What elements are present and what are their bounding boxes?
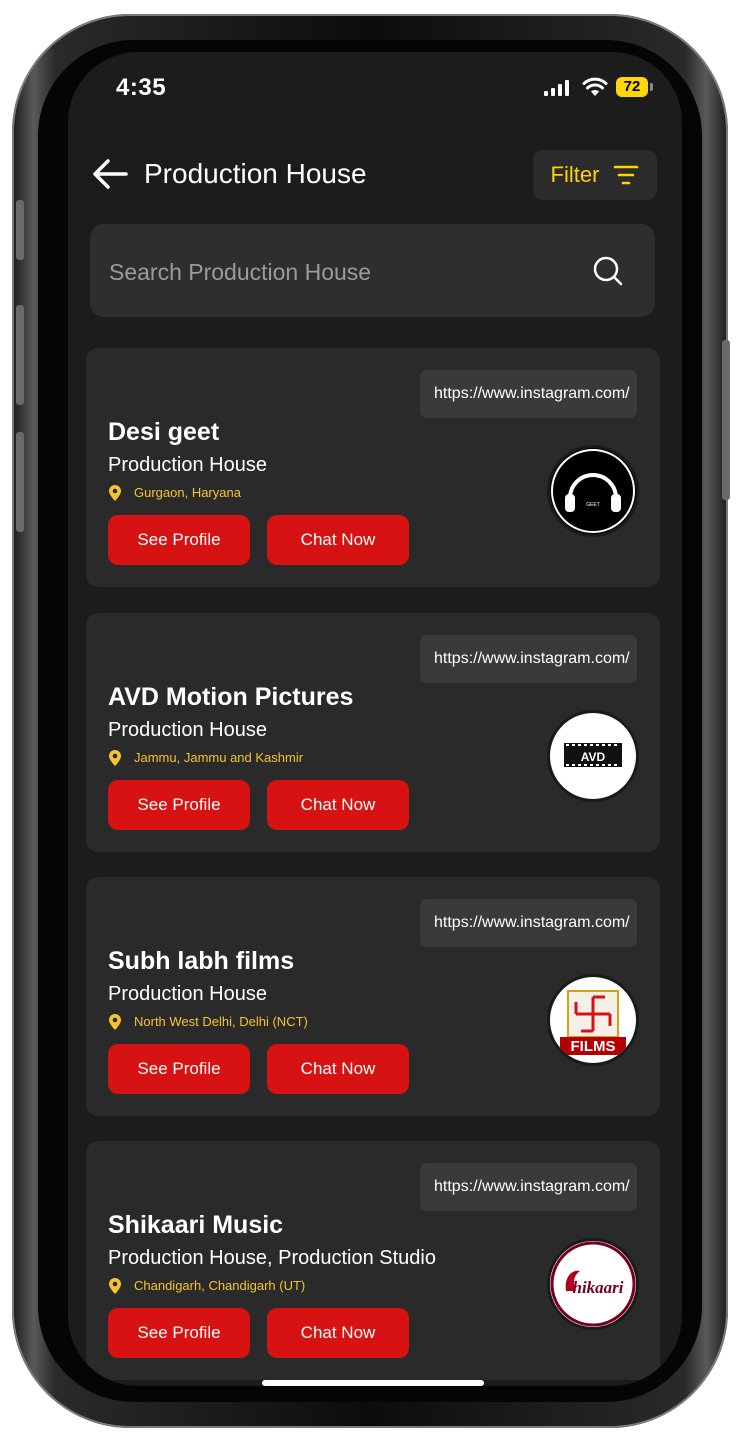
location-pin-icon [109,485,121,501]
volume-down-button [16,432,24,532]
volume-up-button [16,305,24,405]
instagram-link[interactable]: https://www.instagram.com/ [420,899,637,947]
avd-motion-pictures-logo[interactable]: AVD [550,713,636,799]
card-title: Shikaari Music [108,1211,284,1239]
shikaari-logo-icon: hikaari [550,1241,636,1327]
silent-switch [16,200,24,260]
location-pin-icon [109,750,121,766]
card-category: Production House [108,983,267,1005]
search-icon[interactable] [592,255,624,287]
wifi-icon [582,77,608,96]
card-category: Production House [108,454,267,476]
shikaari-music-logo[interactable]: hikaari [550,1241,636,1327]
see-profile-button[interactable]: See Profile [108,515,250,565]
see-profile-button[interactable]: See Profile [108,1308,250,1358]
card-location: Chandigarh, Chandigarh (UT) [134,1278,306,1293]
search-bar [90,224,655,317]
chat-now-button[interactable]: Chat Now [267,515,409,565]
app-screen: 4:35 72 Production House Filter https://… [68,52,682,1386]
desi-geet-logo-text: GEET [586,502,600,508]
search-input[interactable] [107,250,571,294]
filter-button[interactable]: Filter [533,150,657,200]
home-indicator[interactable] [262,1380,484,1386]
production-house-card: https://www.instagram.com/ AVD Motion Pi… [86,613,660,852]
film-strip-logo-icon: AVD [551,714,635,798]
location-pin-icon [109,1014,121,1030]
chat-now-button[interactable]: Chat Now [267,1308,409,1358]
card-location: Gurgaon, Haryana [134,485,241,500]
battery-icon: 72 [616,77,648,97]
headphones-logo-icon: GEET [551,449,635,533]
production-house-card: https://www.instagram.com/ Subh labh fil… [86,877,660,1116]
card-title: Desi geet [108,418,220,446]
shikaari-logo-text: hikaari [572,1278,623,1297]
chat-now-button[interactable]: Chat Now [267,1044,409,1094]
chat-now-button[interactable]: Chat Now [267,780,409,830]
card-location: North West Delhi, Delhi (NCT) [134,1014,308,1029]
instagram-link[interactable]: https://www.instagram.com/ [420,635,637,683]
card-location: Jammu, Jammu and Kashmir [134,750,304,765]
instagram-link[interactable]: https://www.instagram.com/ [420,1163,637,1211]
swastik-films-logo-icon: FILMS [551,978,635,1062]
films-logo-text: FILMS [571,1038,616,1055]
back-arrow-icon[interactable] [90,156,130,192]
page-title: Production House [144,158,367,189]
cellular-signal-icon [544,80,569,96]
location-pin-icon [109,1278,121,1294]
instagram-link[interactable]: https://www.instagram.com/ [420,370,637,418]
filter-lines-icon [614,165,639,185]
power-button [722,340,730,500]
subh-labh-films-logo[interactable]: FILMS [550,977,636,1063]
see-profile-button[interactable]: See Profile [108,1044,250,1094]
battery-cap [650,83,653,91]
card-title: Subh labh films [108,947,295,975]
avd-logo-text: AVD [581,750,606,764]
desi-geet-logo[interactable]: GEET [550,448,636,534]
card-category: Production House [108,719,267,741]
production-house-card: https://www.instagram.com/ Desi geet Pro… [86,348,660,587]
production-house-card: https://www.instagram.com/ Shikaari Musi… [86,1141,660,1380]
status-time: 4:35 [116,74,167,101]
card-title: AVD Motion Pictures [108,683,354,711]
card-category: Production House, Production Studio [108,1247,436,1269]
filter-label: Filter [550,162,600,187]
see-profile-button[interactable]: See Profile [108,780,250,830]
